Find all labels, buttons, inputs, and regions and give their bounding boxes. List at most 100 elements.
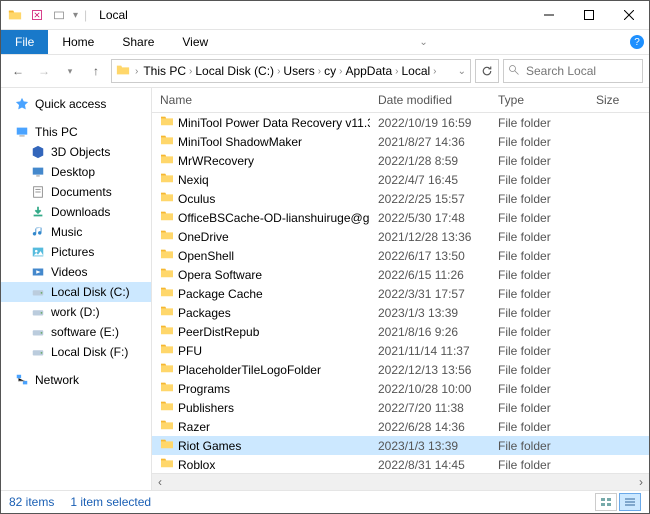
sidebar-item-music[interactable]: Music	[1, 222, 151, 242]
sidebar-item-local-disk-f-[interactable]: Local Disk (F:)	[1, 342, 151, 362]
table-row[interactable]: Package Cache2022/3/31 17:57File folder	[152, 284, 649, 303]
column-size[interactable]: Size	[588, 93, 636, 107]
sidebar-item-desktop[interactable]: Desktop	[1, 162, 151, 182]
column-type[interactable]: Type	[490, 93, 588, 107]
table-row[interactable]: Packages2023/1/3 13:39File folder	[152, 303, 649, 322]
new-folder-icon[interactable]	[51, 7, 67, 23]
folder-icon	[160, 305, 174, 320]
table-row[interactable]: MiniTool Power Data Recovery v11.32022/1…	[152, 113, 649, 132]
table-row[interactable]: PeerDistRepub2021/8/16 9:26File folder	[152, 322, 649, 341]
properties-icon[interactable]	[29, 7, 45, 23]
table-row[interactable]: PFU2021/11/14 11:37File folder	[152, 341, 649, 360]
sidebar-item-this-pc[interactable]: This PC	[1, 122, 151, 142]
chevron-right-icon[interactable]: ›	[430, 66, 439, 77]
table-row[interactable]: Nexiq2022/4/7 16:45File folder	[152, 170, 649, 189]
folder-icon	[160, 172, 174, 187]
chevron-right-icon[interactable]: ›	[274, 66, 283, 77]
breadcrumb[interactable]: cy	[324, 64, 336, 78]
file-date: 2022/1/28 8:59	[370, 154, 490, 168]
table-row[interactable]: Publishers2022/7/20 11:38File folder	[152, 398, 649, 417]
table-row[interactable]: Razer2022/6/28 14:36File folder	[152, 417, 649, 436]
chevron-right-icon[interactable]: ›	[336, 66, 345, 77]
chevron-right-icon[interactable]: ›	[392, 66, 401, 77]
file-date: 2023/1/3 13:39	[370, 439, 490, 453]
view-details-button[interactable]	[619, 493, 641, 511]
table-row[interactable]: Programs2022/10/28 10:00File folder	[152, 379, 649, 398]
doc-icon	[31, 185, 45, 199]
address-dropdown-icon[interactable]: ⌄	[458, 66, 466, 77]
minimize-button[interactable]	[529, 1, 569, 29]
file-date: 2022/5/30 17:48	[370, 211, 490, 225]
sidebar-item-label: Pictures	[51, 245, 94, 259]
refresh-button[interactable]	[475, 59, 499, 83]
sidebar-item-pictures[interactable]: Pictures	[1, 242, 151, 262]
table-row[interactable]: Opera Software2022/6/15 11:26File folder	[152, 265, 649, 284]
tab-view[interactable]: View	[168, 30, 222, 54]
tab-file[interactable]: File	[1, 30, 48, 54]
breadcrumb[interactable]: Local Disk (C:)	[195, 64, 274, 78]
chevron-right-icon[interactable]: ›	[132, 66, 141, 77]
file-date: 2022/3/31 17:57	[370, 287, 490, 301]
sidebar-item-label: Documents	[51, 185, 112, 199]
maximize-button[interactable]	[569, 1, 609, 29]
view-large-icons-button[interactable]	[595, 493, 617, 511]
table-row[interactable]: MiniTool ShadowMaker2021/8/27 14:36File …	[152, 132, 649, 151]
help-button[interactable]: ?	[625, 30, 649, 54]
recent-dropdown-icon[interactable]: ▾	[59, 60, 81, 82]
file-name: Package Cache	[178, 287, 263, 301]
horizontal-scrollbar[interactable]: ‹ ›	[152, 473, 649, 490]
tab-home[interactable]: Home	[48, 30, 108, 54]
up-button[interactable]: ↑	[85, 60, 107, 82]
forward-button[interactable]: →	[33, 60, 55, 82]
tab-share[interactable]: Share	[108, 30, 168, 54]
back-button[interactable]: ←	[7, 60, 29, 82]
scroll-right-icon[interactable]: ›	[633, 474, 649, 490]
close-button[interactable]	[609, 1, 649, 29]
chevron-right-icon[interactable]: ›	[315, 66, 324, 77]
status-selected: 1 item selected	[70, 495, 151, 509]
file-name: OfficeBSCache-OD-lianshuiruge@gmail.c...	[178, 211, 370, 225]
table-row[interactable]: OneDrive2021/12/28 13:36File folder	[152, 227, 649, 246]
qat-dropdown-icon[interactable]: ▾	[73, 10, 78, 21]
breadcrumb[interactable]: Users	[283, 64, 314, 78]
sidebar-item-label: Downloads	[51, 205, 110, 219]
pc-icon	[15, 125, 29, 139]
folder-icon	[160, 419, 174, 434]
scroll-left-icon[interactable]: ‹	[152, 474, 168, 490]
breadcrumb[interactable]: This PC	[143, 64, 186, 78]
sidebar-item-quick-access[interactable]: Quick access	[1, 94, 151, 114]
sidebar-item-downloads[interactable]: Downloads	[1, 202, 151, 222]
file-name: OneDrive	[178, 230, 229, 244]
file-name: Packages	[178, 306, 231, 320]
search-box[interactable]	[503, 59, 643, 83]
breadcrumb[interactable]: Local	[401, 64, 430, 78]
sidebar-item-3d-objects[interactable]: 3D Objects	[1, 142, 151, 162]
sidebar-item-software-e-[interactable]: software (E:)	[1, 322, 151, 342]
column-name[interactable]: Name	[152, 93, 370, 107]
table-row[interactable]: PlaceholderTileLogoFolder2022/12/13 13:5…	[152, 360, 649, 379]
file-name: Programs	[178, 382, 230, 396]
search-input[interactable]	[524, 63, 638, 79]
table-row[interactable]: Oculus2022/2/25 15:57File folder	[152, 189, 649, 208]
column-date[interactable]: Date modified	[370, 93, 490, 107]
ribbon-expand-icon[interactable]: ⌄	[412, 30, 436, 54]
table-row[interactable]: OpenShell2022/6/17 13:50File folder	[152, 246, 649, 265]
file-date: 2022/6/17 13:50	[370, 249, 490, 263]
folder-icon	[116, 63, 130, 80]
file-list[interactable]: MiniTool Power Data Recovery v11.32022/1…	[152, 113, 649, 473]
table-row[interactable]: MrWRecovery2022/1/28 8:59File folder	[152, 151, 649, 170]
address-bar[interactable]: › This PC›Local Disk (C:)›Users›cy›AppDa…	[111, 59, 471, 83]
sidebar-item-documents[interactable]: Documents	[1, 182, 151, 202]
file-type: File folder	[490, 116, 588, 130]
chevron-right-icon[interactable]: ›	[186, 66, 195, 77]
breadcrumb[interactable]: AppData	[345, 64, 392, 78]
sidebar-item-videos[interactable]: Videos	[1, 262, 151, 282]
table-row[interactable]: Riot Games2023/1/3 13:39File folder	[152, 436, 649, 455]
sidebar-item-local-disk-c-[interactable]: Local Disk (C:)	[1, 282, 151, 302]
sidebar-item-network[interactable]: Network	[1, 370, 151, 390]
sidebar-item-work-d-[interactable]: work (D:)	[1, 302, 151, 322]
table-row[interactable]: OfficeBSCache-OD-lianshuiruge@gmail.c...…	[152, 208, 649, 227]
desktop-icon	[31, 165, 45, 179]
picture-icon	[31, 245, 45, 259]
table-row[interactable]: Roblox2022/8/31 14:45File folder	[152, 455, 649, 473]
